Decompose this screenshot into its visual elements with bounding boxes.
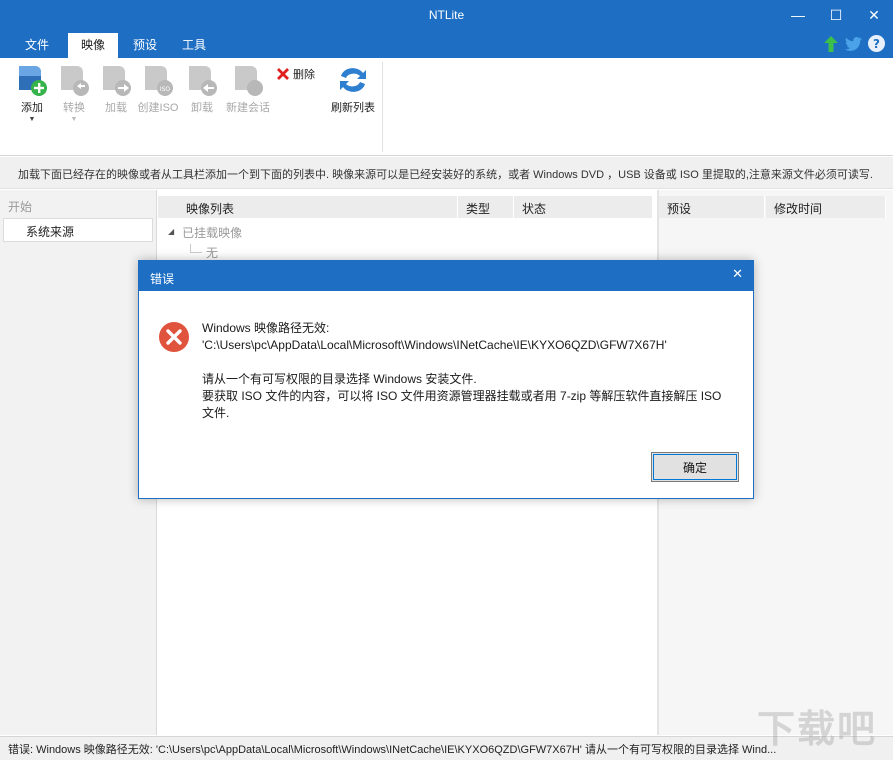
unload-button[interactable]: 卸载 bbox=[181, 64, 223, 115]
column-header-image-list[interactable]: 映像列表 bbox=[158, 196, 458, 218]
column-header-status[interactable]: 状态 bbox=[514, 196, 653, 218]
tree-group-label: 已挂载映像 bbox=[182, 224, 242, 241]
tree-connector bbox=[190, 244, 202, 253]
tree-item-none: 无 bbox=[190, 244, 218, 261]
refresh-list-button[interactable]: 刷新列表 bbox=[329, 64, 377, 115]
dialog-close-button[interactable]: ✕ bbox=[732, 266, 743, 282]
column-header-type[interactable]: 类型 bbox=[458, 196, 514, 218]
new-session-label: 新建会话 bbox=[224, 99, 272, 115]
window-title: NTLite bbox=[0, 8, 893, 22]
ribbon-toolbar: 添加 ▼ 转换 ▼ 加载 ISO bbox=[0, 58, 893, 156]
convert-icon bbox=[58, 64, 90, 96]
convert-button[interactable]: 转换 ▼ bbox=[53, 64, 95, 123]
update-arrow-icon[interactable] bbox=[822, 35, 839, 52]
ribbon-tab-bar: 文件 映像 预设 工具 ? bbox=[0, 30, 893, 58]
delete-button[interactable]: 删除 bbox=[276, 66, 315, 82]
watermark-logo: 下载吧 bbox=[757, 698, 887, 748]
load-button[interactable]: 加载 bbox=[95, 64, 137, 115]
minimize-button[interactable]: — bbox=[779, 0, 817, 30]
window-controls: — ☐ ✕ bbox=[779, 0, 893, 30]
load-icon bbox=[100, 64, 132, 96]
close-button[interactable]: ✕ bbox=[855, 0, 893, 30]
twitter-icon[interactable] bbox=[845, 35, 862, 52]
dialog-message-line: 要获取 ISO 文件的内容，可以将 ISO 文件用资源管理器挂载或者用 7-zi… bbox=[202, 388, 742, 405]
unload-label: 卸载 bbox=[181, 99, 223, 115]
new-session-button[interactable]: 新建会话 bbox=[224, 64, 272, 115]
chevron-down-icon: ▼ bbox=[53, 116, 95, 123]
chevron-down-icon: ▼ bbox=[11, 116, 53, 123]
column-header-modified-time[interactable]: 修改时间 bbox=[766, 196, 886, 218]
refresh-list-label: 刷新列表 bbox=[329, 99, 377, 115]
tab-file[interactable]: 文件 bbox=[12, 33, 62, 58]
tab-image[interactable]: 映像 bbox=[68, 33, 118, 58]
title-bar: NTLite — ☐ ✕ bbox=[0, 0, 893, 30]
create-iso-label: 创建ISO bbox=[137, 99, 179, 115]
load-label: 加载 bbox=[95, 99, 137, 115]
help-icon[interactable]: ? bbox=[868, 35, 885, 52]
error-dialog: 错误 ✕ Windows 映像路径无效: 'C:\Users\pc\AppDat… bbox=[138, 260, 754, 499]
new-session-icon bbox=[232, 64, 264, 96]
add-image-icon bbox=[16, 64, 48, 96]
add-button[interactable]: 添加 ▼ bbox=[11, 64, 53, 123]
tab-tools[interactable]: 工具 bbox=[169, 33, 219, 58]
left-navigation-pane: 开始 系统来源 bbox=[0, 190, 157, 735]
dialog-message-line: 请从一个有可写权限的目录选择 Windows 安装文件. bbox=[202, 371, 742, 388]
tab-bar-icons: ? bbox=[822, 35, 885, 52]
error-circle-icon bbox=[158, 321, 190, 353]
add-label: 添加 bbox=[11, 99, 53, 115]
expand-triangle-icon[interactable]: ◢ bbox=[168, 224, 174, 241]
svg-text:ISO: ISO bbox=[160, 86, 171, 93]
column-header-preset[interactable]: 预设 bbox=[659, 196, 765, 218]
info-bar: 加载下面已经存在的映像或者从工具栏添加一个到下面的列表中. 映像来源可以是已经安… bbox=[0, 157, 893, 189]
tree-item-label: 无 bbox=[206, 246, 218, 260]
tab-presets[interactable]: 预设 bbox=[120, 33, 170, 58]
dialog-message-line: Windows 映像路径无效: bbox=[202, 320, 742, 337]
ribbon-separator bbox=[382, 62, 383, 152]
svg-text:?: ? bbox=[873, 37, 880, 51]
start-header: 开始 bbox=[8, 198, 32, 215]
convert-label: 转换 bbox=[53, 99, 95, 115]
create-iso-icon: ISO bbox=[142, 64, 174, 96]
dialog-message-line: 文件. bbox=[202, 405, 742, 422]
nav-item-system-source[interactable]: 系统来源 bbox=[3, 218, 153, 242]
maximize-button[interactable]: ☐ bbox=[817, 0, 855, 30]
dialog-message: Windows 映像路径无效: 'C:\Users\pc\AppData\Loc… bbox=[202, 320, 742, 422]
delete-label: 删除 bbox=[293, 66, 315, 82]
create-iso-button[interactable]: ISO 创建ISO bbox=[137, 64, 179, 115]
tree-group-mounted-images[interactable]: ◢ 已挂载映像 bbox=[168, 224, 242, 241]
dialog-title: 错误 bbox=[139, 261, 753, 291]
refresh-icon bbox=[337, 64, 369, 96]
unload-icon bbox=[186, 64, 218, 96]
ok-button[interactable]: 确定 bbox=[651, 452, 739, 482]
delete-x-icon bbox=[276, 67, 290, 81]
dialog-message-path: 'C:\Users\pc\AppData\Local\Microsoft\Win… bbox=[202, 337, 742, 354]
